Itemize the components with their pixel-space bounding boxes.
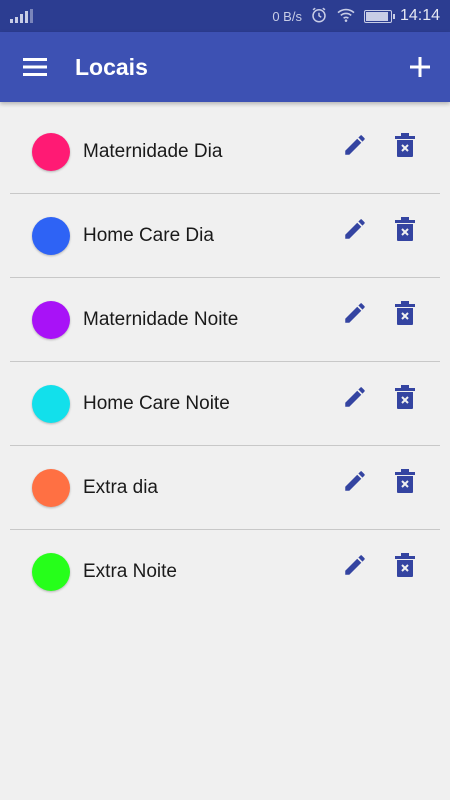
list-item[interactable]: Extra Noite — [10, 530, 440, 614]
signal-icon — [10, 9, 33, 23]
edit-button[interactable] — [335, 293, 375, 333]
menu-icon — [23, 58, 47, 76]
edit-button[interactable] — [335, 545, 375, 585]
location-name: Extra Noite — [83, 561, 177, 582]
pencil-icon — [345, 555, 365, 575]
status-bar: 0 B/s 14:14 — [0, 0, 450, 32]
delete-button[interactable] — [385, 377, 425, 417]
edit-button[interactable] — [335, 461, 375, 501]
edit-button[interactable] — [335, 377, 375, 417]
status-indicators: 0 B/s 14:14 — [272, 6, 440, 27]
pencil-icon — [345, 218, 365, 239]
delete-button[interactable] — [385, 293, 425, 333]
add-icon — [410, 57, 430, 77]
trash-icon — [395, 300, 415, 325]
page-title: Locais — [75, 53, 148, 80]
color-dot — [32, 553, 70, 591]
location-name: Maternidade Noite — [83, 308, 239, 330]
add-location-button[interactable] — [390, 32, 450, 102]
edit-button[interactable] — [335, 209, 375, 249]
location-name: Maternidade Dia — [83, 140, 223, 162]
list-item[interactable]: Maternidade Noite — [10, 278, 440, 362]
location-name: Home Care Dia — [83, 224, 214, 246]
pencil-icon — [345, 302, 365, 323]
list-item[interactable]: Extra dia — [10, 446, 440, 530]
wifi-icon — [336, 7, 356, 26]
trash-icon — [395, 216, 415, 241]
list-item[interactable]: Maternidade Dia — [10, 110, 440, 194]
location-name: Home Care Noite — [83, 392, 230, 414]
trash-icon — [395, 132, 415, 157]
delete-button[interactable] — [385, 545, 425, 585]
pencil-icon — [345, 470, 365, 491]
alarm-icon — [310, 6, 328, 27]
trash-icon — [395, 384, 415, 409]
color-dot — [32, 216, 70, 255]
color-dot — [32, 300, 70, 339]
list-item[interactable]: Home Care Noite — [10, 362, 440, 446]
location-name: Extra dia — [83, 476, 158, 498]
trash-icon — [395, 468, 415, 493]
list-item[interactable]: Home Care Dia — [10, 194, 440, 278]
net-speed: 0 B/s — [272, 8, 302, 24]
app-bar: Locais — [0, 32, 450, 102]
edit-button[interactable] — [335, 125, 375, 165]
trash-icon — [395, 553, 415, 577]
menu-button[interactable] — [0, 32, 70, 102]
color-dot — [32, 132, 70, 171]
clock: 14:14 — [399, 7, 440, 24]
color-dot — [32, 468, 70, 507]
locations-list: Maternidade Dia Home Care Dia Maternidade … — [10, 110, 440, 614]
color-dot — [32, 384, 70, 423]
battery-icon — [363, 9, 395, 23]
delete-button[interactable] — [385, 461, 425, 501]
delete-button[interactable] — [385, 125, 425, 165]
pencil-icon — [345, 134, 365, 155]
delete-button[interactable] — [385, 209, 425, 249]
pencil-icon — [345, 386, 365, 407]
